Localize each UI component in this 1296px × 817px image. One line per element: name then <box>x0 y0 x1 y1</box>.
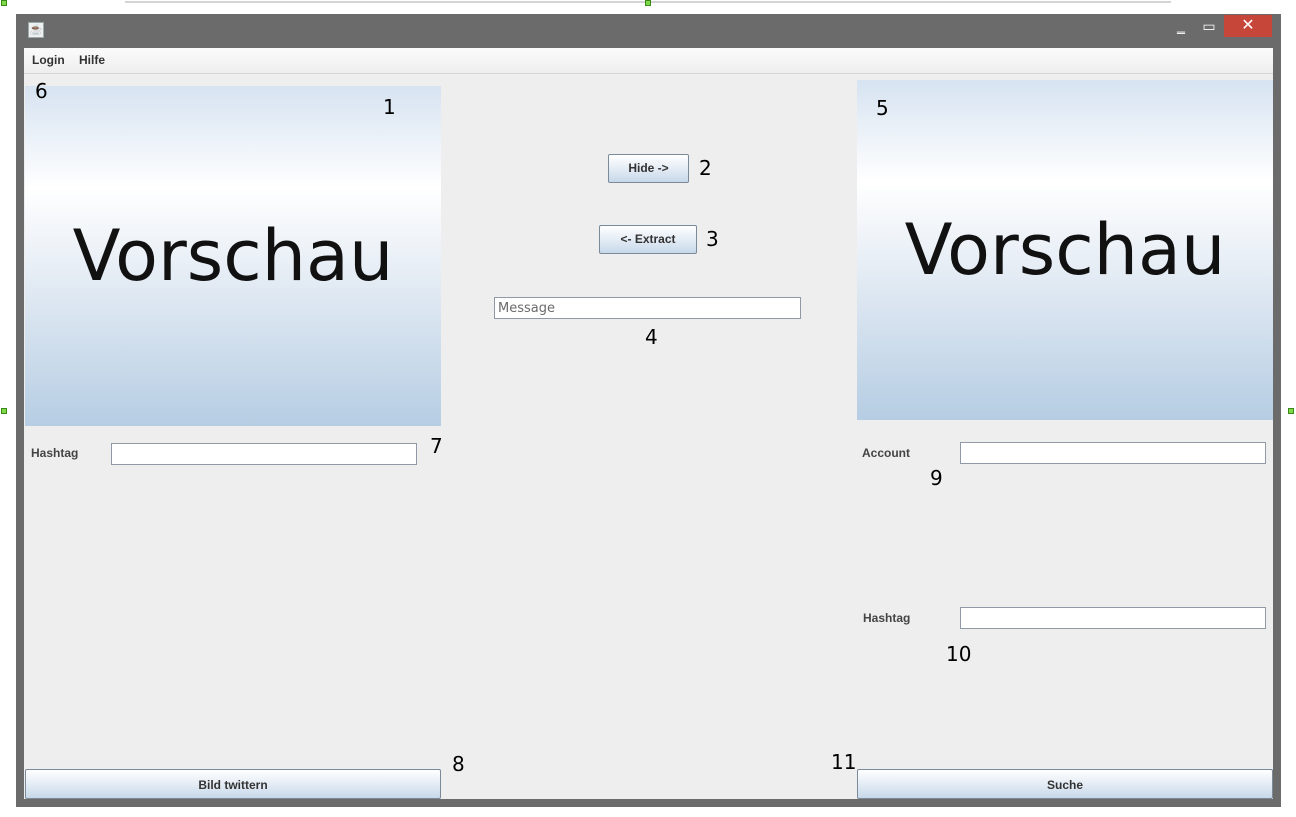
hide-button[interactable]: Hide -> <box>608 154 689 183</box>
left-image-preview[interactable]: Vorschau <box>25 86 441 426</box>
annotation-5: 5 <box>876 96 889 120</box>
annotation-9: 9 <box>930 466 943 490</box>
left-hashtag-input[interactable] <box>111 443 417 465</box>
annotation-10: 10 <box>946 642 972 666</box>
extract-button[interactable]: <- Extract <box>599 225 697 254</box>
resize-handle-top[interactable] <box>645 0 651 6</box>
annotation-6: 6 <box>35 79 48 103</box>
annotation-1: 1 <box>383 95 396 119</box>
annotation-11: 11 <box>831 750 857 774</box>
close-button[interactable]: ✕ <box>1224 15 1272 37</box>
annotation-3: 3 <box>706 227 719 251</box>
annotation-8: 8 <box>452 752 465 776</box>
left-hashtag-label: Hashtag <box>31 446 79 460</box>
right-image-preview[interactable]: Vorschau <box>857 80 1273 420</box>
menu-bar: Login Hilfe <box>24 48 1273 74</box>
menu-login[interactable]: Login <box>32 53 65 67</box>
tweet-image-button[interactable]: Bild twittern <box>25 769 441 799</box>
right-hashtag-label: Hashtag <box>863 611 911 625</box>
left-preview-text: Vorschau <box>72 215 394 297</box>
annotation-4: 4 <box>645 325 658 349</box>
resize-handle-left[interactable] <box>1 408 7 414</box>
title-bar[interactable]: ☕ ‗ ▭ ✕ <box>16 14 1281 48</box>
java-cup-icon: ☕ <box>28 22 44 38</box>
maximize-button[interactable]: ▭ <box>1196 15 1222 37</box>
right-hashtag-input[interactable] <box>960 607 1266 629</box>
account-label: Account <box>862 446 910 460</box>
account-input[interactable] <box>960 442 1266 464</box>
client-area: Login Hilfe Vorschau Hide -> <- Extract … <box>24 48 1273 799</box>
minimize-button[interactable]: ‗ <box>1168 15 1194 37</box>
message-input[interactable] <box>494 297 801 319</box>
resize-handle-right[interactable] <box>1288 408 1294 414</box>
resize-handle-top-left[interactable] <box>1 0 7 6</box>
menu-hilfe[interactable]: Hilfe <box>79 53 105 67</box>
app-window: ☕ ‗ ▭ ✕ Login Hilfe Vorschau Hide -> <- … <box>16 14 1281 807</box>
annotation-2: 2 <box>699 156 712 180</box>
search-button[interactable]: Suche <box>857 769 1273 799</box>
right-preview-text: Vorschau <box>904 209 1226 291</box>
annotation-7: 7 <box>430 434 443 458</box>
